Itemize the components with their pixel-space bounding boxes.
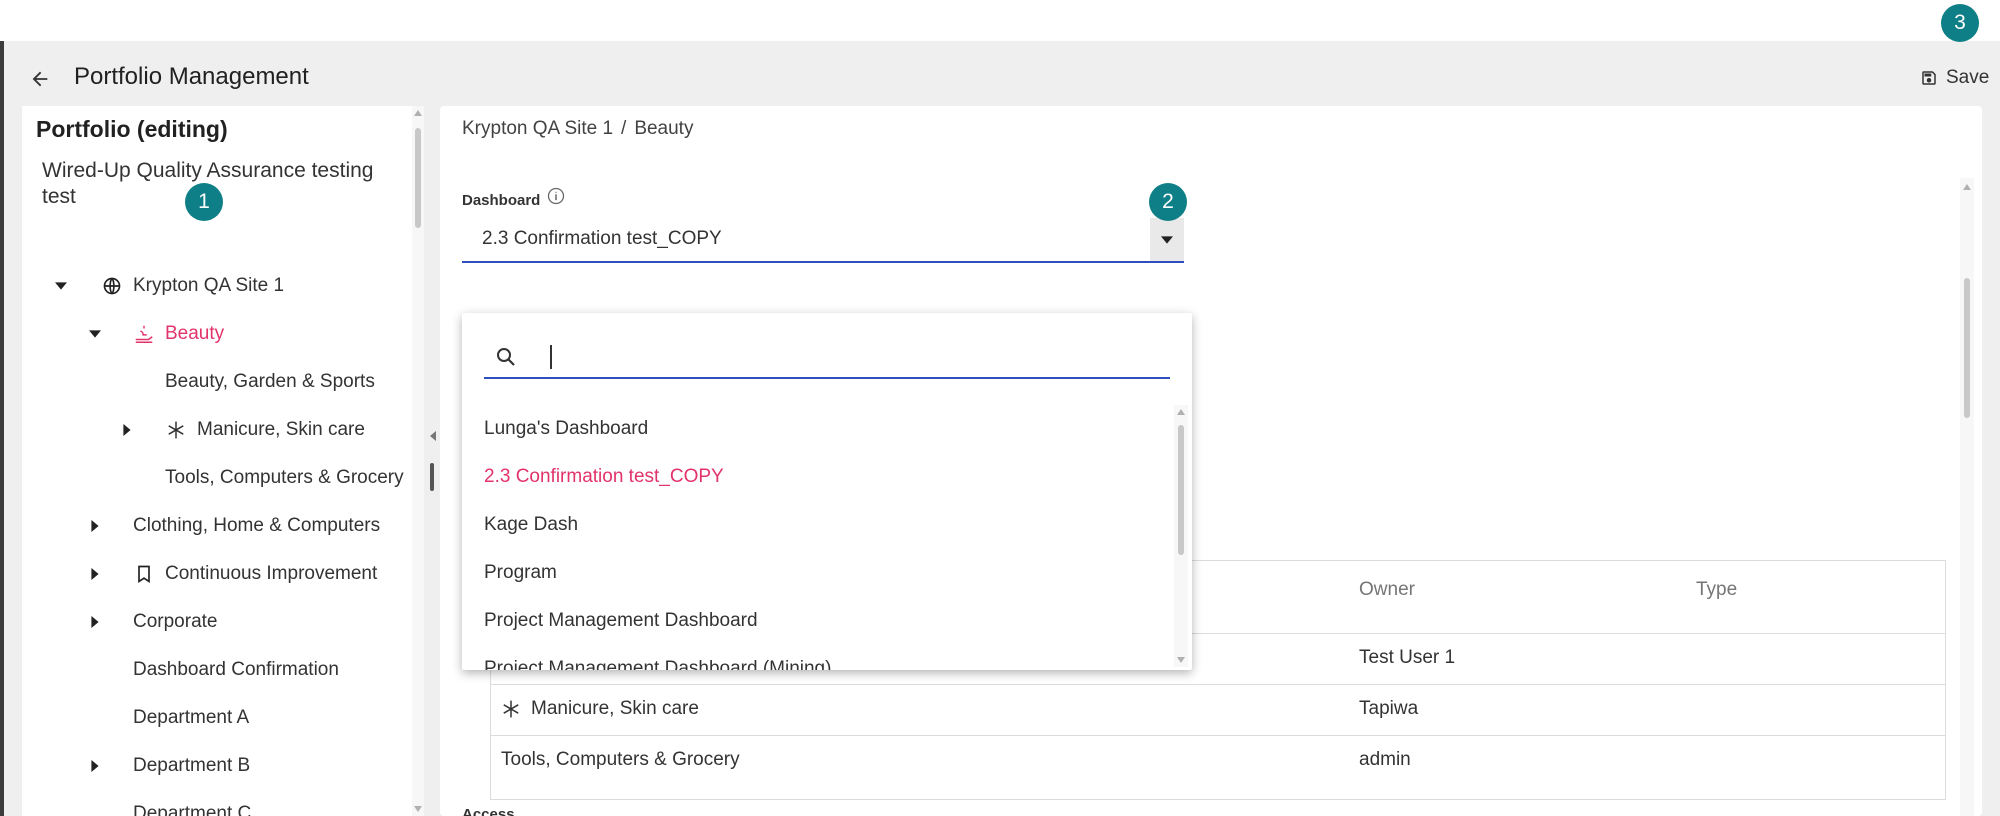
row-name-cell: Manicure, Skin care [501,698,699,720]
tree-item-clothing-home-computers[interactable]: Clothing, Home & Computers [22,506,402,546]
info-circle-icon[interactable] [546,186,566,206]
tree-scrollbar[interactable] [412,106,424,816]
scrollbar-thumb[interactable] [1964,278,1970,418]
dropdown-option[interactable]: Lunga's Dashboard [462,405,1172,453]
asterisk-icon [503,700,519,718]
caret-right-icon[interactable] [88,615,102,629]
tree-item-tools-computers-grocery[interactable]: Tools, Computers & Grocery [22,458,404,498]
callout-badge-3: 3 [1941,4,1979,42]
tree-item-label: Krypton QA Site 1 [133,275,285,296]
dropdown-search-input[interactable] [548,339,1148,375]
tree-item-dashboard-confirmation[interactable]: Dashboard Confirmation [22,650,402,690]
dashboard-dropdown-menu: Lunga's Dashboard 2.3 Confirmation test_… [462,313,1192,670]
dropdown-option[interactable]: Kage Dash [462,501,1172,549]
search-icon [497,348,515,366]
tree-item-label: Corporate [133,611,218,632]
callout-badge-1: 1 [185,183,223,221]
dropdown-search-field[interactable] [484,335,1170,379]
dropdown-option[interactable]: Program [462,549,1172,597]
tree-item-beauty[interactable]: Beauty [22,314,402,354]
breadcrumb-separator: / [621,118,627,139]
dropdown-option-list: Lunga's Dashboard 2.3 Confirmation test_… [462,405,1174,670]
tree-item-krypton-qa-site-1[interactable]: Krypton QA Site 1 [22,266,402,306]
save-label: Save [1946,67,1990,88]
callout-badge-2: 2 [1149,183,1187,221]
dropdown-toggle-button[interactable] [1150,218,1184,261]
dropdown-option-selected[interactable]: 2.3 Confirmation test_COPY [462,453,1172,501]
tree-item-department-c[interactable]: Department C [22,794,402,816]
details-scrollbar[interactable] [1960,178,1974,816]
panel-resize-handle[interactable] [430,463,434,491]
tree-item-department-b[interactable]: Department B [22,746,402,786]
breadcrumb-item-beauty[interactable]: Beauty [634,118,693,140]
caret-right-icon[interactable] [88,567,102,581]
dashboard-select-value: 2.3 Confirmation test_COPY [482,228,722,249]
hand-care-icon [132,322,156,346]
scroll-up-icon[interactable] [414,110,422,116]
page-title: Portfolio Management [74,63,309,90]
caret-right-icon[interactable] [88,759,102,773]
access-section-label: Access [462,806,515,816]
scrollbar-thumb[interactable] [415,128,421,228]
tree-item-continuous-improvement[interactable]: Continuous Improvement [22,554,402,594]
table-row[interactable]: Tools, Computers & Grocery admin [491,735,1945,786]
row-name: Manicure, Skin care [531,698,699,719]
bookmark-icon [132,562,156,586]
tree-item-label: Manicure, Skin care [197,419,365,440]
dropdown-option[interactable]: Project Management Dashboard [462,597,1172,645]
row-owner: Tapiwa [1359,698,1419,719]
dashboard-field-label: Dashboard [462,187,566,209]
dashboard-label-text: Dashboard [462,192,541,209]
dropdown-option[interactable]: Project Management Dashboard (Mining) [462,645,1172,670]
tree-item-label: Continuous Improvement [165,563,378,584]
tree-item-label: Department A [133,707,250,728]
asterisk-icon [164,418,188,442]
save-button[interactable]: Save [1920,61,1989,95]
caret-down-icon[interactable] [54,279,68,293]
tree-item-label: Beauty [165,323,225,344]
row-owner: admin [1359,749,1411,770]
portfolio-management-app: Portfolio Management Save Portfolio (edi… [0,41,2000,816]
tree-item-manicure-skin-care[interactable]: Manicure, Skin care [22,410,402,450]
tree-item-department-a[interactable]: Department A [22,698,402,738]
caret-down-icon[interactable] [88,327,102,341]
caret-down-icon [1161,235,1173,244]
text-cursor [550,345,552,369]
scroll-down-icon[interactable] [1177,657,1185,663]
breadcrumb: Krypton QA Site 1 / Beauty [462,118,693,140]
column-header-owner[interactable]: Owner [1359,579,1415,601]
back-button[interactable] [22,61,58,97]
dashboard-select[interactable]: 2.3 Confirmation test_COPY [462,218,1184,263]
table-row[interactable]: Manicure, Skin care Tapiwa [491,684,1945,735]
column-header-type[interactable]: Type [1696,579,1737,601]
caret-right-icon[interactable] [120,423,134,437]
globe-icon [100,274,124,298]
tree-item-label: Dashboard Confirmation [133,659,339,680]
row-name: Tools, Computers & Grocery [501,749,740,770]
scrollbar-thumb[interactable] [1178,425,1184,555]
scroll-up-icon[interactable] [1177,409,1185,415]
arrow-left-icon [32,71,48,87]
row-owner: Test User 1 [1359,647,1456,668]
scroll-down-icon[interactable] [414,806,422,812]
tree-item-label: Department C [133,803,252,816]
tree-item-label: Department B [133,755,251,776]
tree-item-label: Tools, Computers & Grocery [165,467,404,488]
caret-right-icon[interactable] [88,519,102,533]
breadcrumb-item-site[interactable]: Krypton QA Site 1 [462,118,613,140]
tree-item-label: Clothing, Home & Computers [133,515,381,536]
portfolio-heading: Portfolio (editing) [36,116,228,142]
tree-item-label: Beauty, Garden & Sports [165,371,375,392]
tree-item-corporate[interactable]: Corporate [22,602,402,642]
dropdown-scrollbar[interactable] [1174,405,1188,667]
collapse-panel-icon[interactable] [430,431,436,441]
floppy-disk-icon [1922,71,1936,85]
scroll-up-icon[interactable] [1963,184,1971,190]
tree-item-beauty-garden-sports[interactable]: Beauty, Garden & Sports [22,362,402,402]
